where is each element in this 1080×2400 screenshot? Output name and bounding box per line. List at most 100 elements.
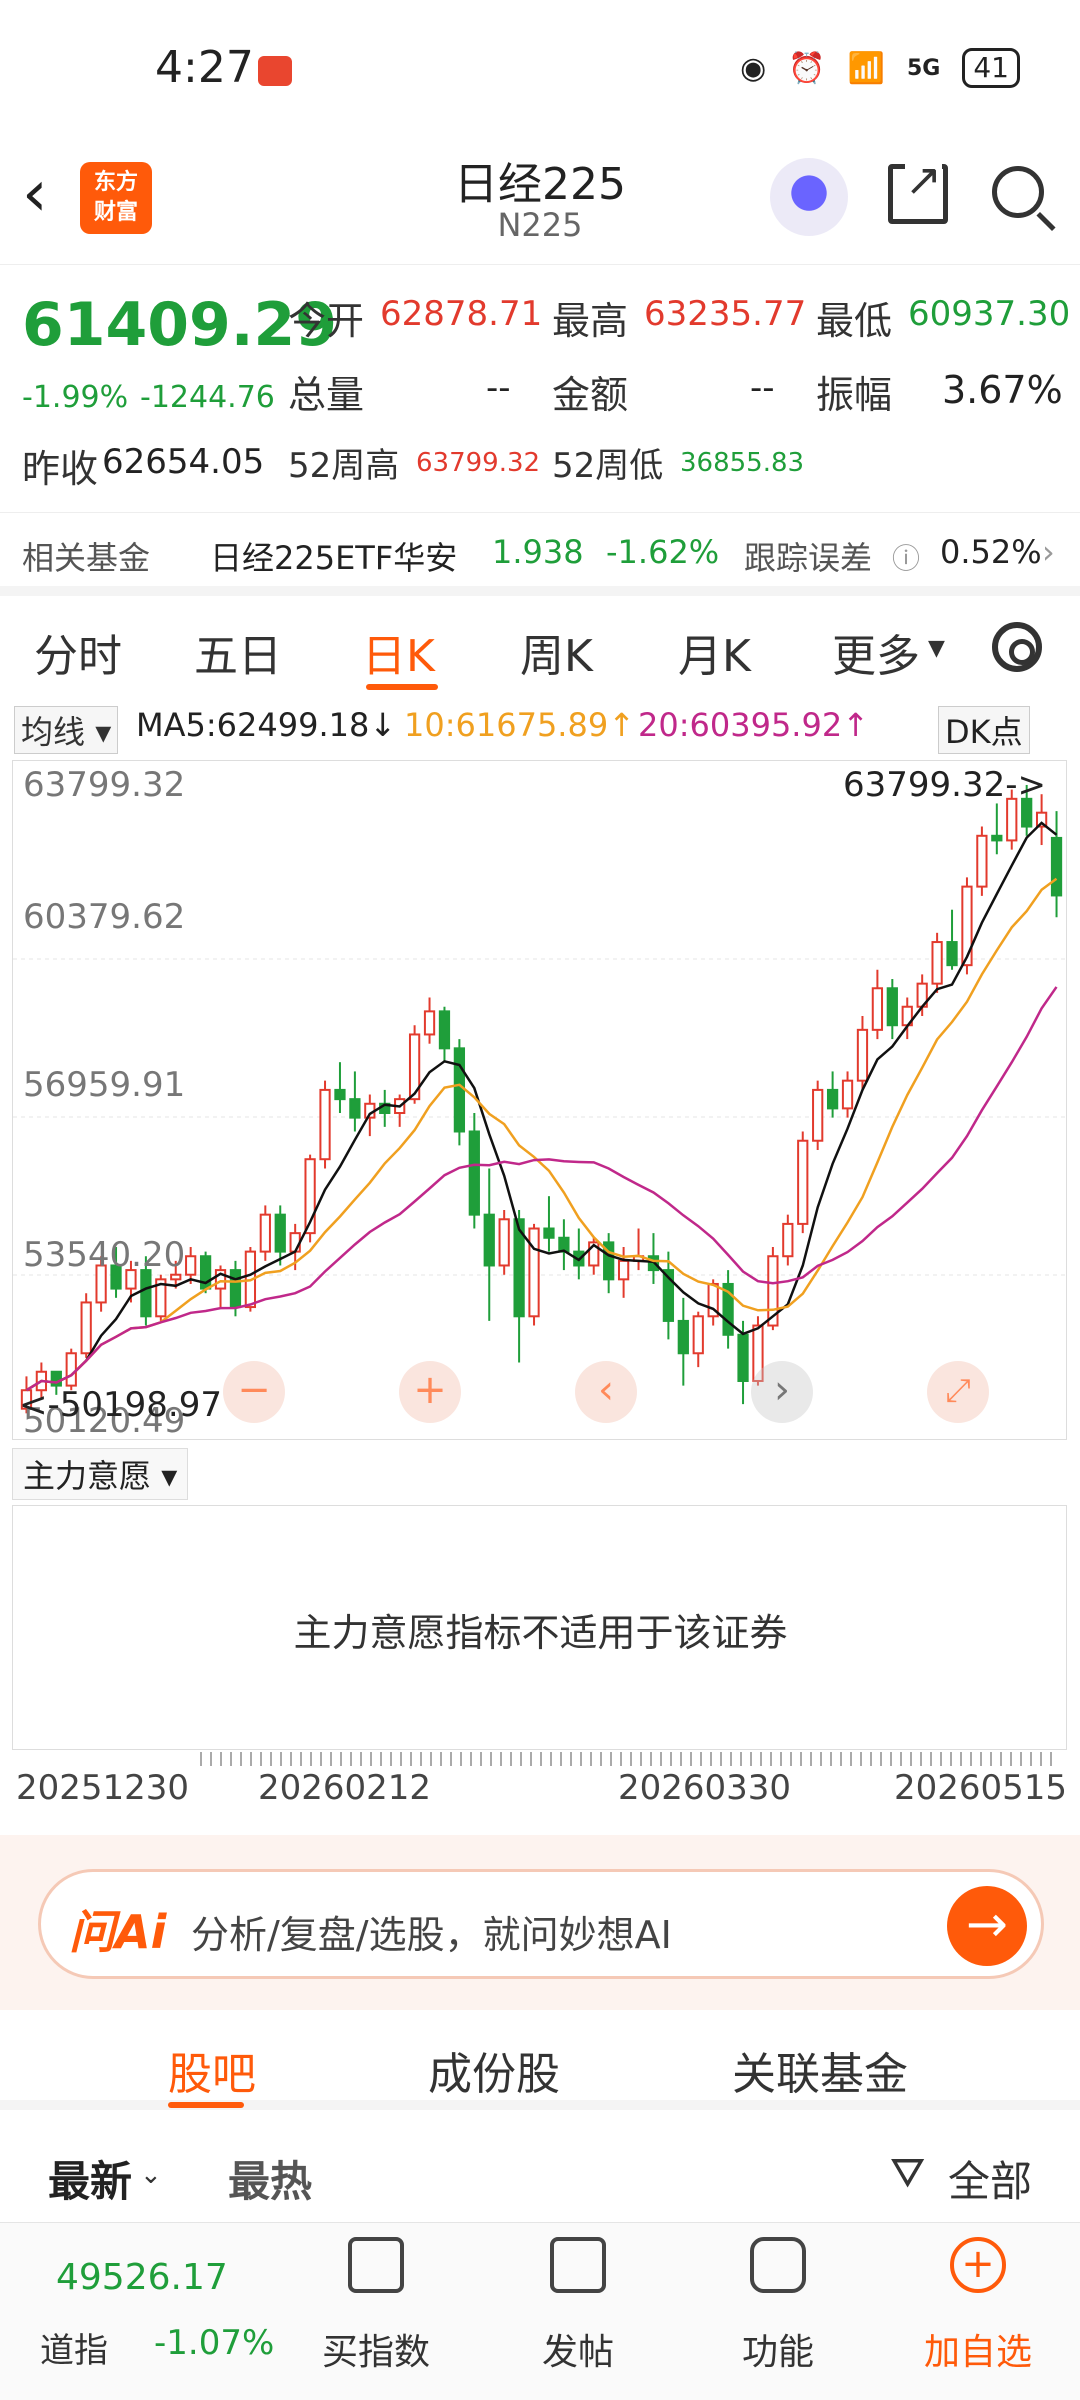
tracking-error-label: 跟踪误差 bbox=[744, 539, 873, 577]
functions-icon[interactable] bbox=[750, 2237, 806, 2293]
low-label: 最低 bbox=[816, 299, 893, 343]
dow-name: 道指 bbox=[40, 2331, 108, 2371]
content-tabs: 股吧 成份股 关联基金 bbox=[0, 2010, 1080, 2110]
candle-up bbox=[170, 1273, 182, 1281]
amount-value: -- bbox=[750, 368, 775, 408]
tab-month-k[interactable]: 月K bbox=[678, 620, 751, 684]
prev-close-value: 62654.05 bbox=[102, 442, 265, 482]
y-label-top: 63799.32 bbox=[23, 765, 186, 805]
dk-point-button[interactable]: DK点 bbox=[938, 706, 1030, 754]
fullscreen-icon[interactable]: ⤢ bbox=[927, 1361, 989, 1423]
change-value: -1244.76 bbox=[140, 380, 275, 415]
tab-more[interactable]: 更多 bbox=[832, 620, 920, 684]
search-icon[interactable] bbox=[992, 166, 1044, 218]
candle-up bbox=[423, 1010, 436, 1036]
candle-up bbox=[1006, 797, 1018, 842]
candle-down bbox=[946, 941, 958, 967]
tab-day-k[interactable]: 日K bbox=[362, 620, 435, 684]
candle-up bbox=[185, 1255, 197, 1276]
indicator-selector[interactable]: 主力意愿 ▾ bbox=[12, 1448, 189, 1500]
ma-row: 均线 ▾ MA5:62499.18↓ 10:61675.89↑ 20:60395… bbox=[0, 702, 1080, 756]
header: ‹ 东方 财富 日经225 N225 bbox=[0, 140, 1080, 265]
candle-up bbox=[80, 1301, 92, 1355]
candle-up bbox=[528, 1227, 540, 1318]
candle-up bbox=[259, 1213, 271, 1253]
ai-logo: 问Ai bbox=[69, 1905, 167, 1959]
network-label: 5G bbox=[906, 55, 941, 81]
zoom-in-button[interactable]: + bbox=[399, 1361, 461, 1423]
candle-up bbox=[319, 1088, 331, 1161]
candle-down bbox=[677, 1319, 689, 1355]
tab-forum[interactable]: 股吧 bbox=[168, 2038, 256, 2102]
zoom-out-button[interactable]: − bbox=[223, 1361, 285, 1423]
post-icon[interactable] bbox=[550, 2237, 606, 2293]
tab-five-day[interactable]: 五日 bbox=[194, 620, 282, 684]
candle-down bbox=[438, 1010, 451, 1050]
buy-index-icon[interactable] bbox=[348, 2237, 404, 2293]
tab-related-funds[interactable]: 关联基金 bbox=[732, 2038, 908, 2102]
high52-label: 52周高 bbox=[288, 446, 400, 486]
time-axis-ticks bbox=[200, 1752, 1060, 1766]
candle-down bbox=[274, 1213, 286, 1253]
change-percent: -1.99% bbox=[22, 380, 129, 415]
settings-icon[interactable] bbox=[992, 622, 1042, 672]
call-icon bbox=[258, 56, 292, 86]
battery-icon: 41 bbox=[962, 48, 1020, 88]
candle-down bbox=[453, 1047, 466, 1133]
volume-label: 总量 bbox=[288, 373, 365, 417]
candle-down bbox=[826, 1088, 839, 1110]
ai-robot-icon[interactable] bbox=[770, 158, 848, 236]
candle-up bbox=[65, 1352, 77, 1387]
share-icon[interactable] bbox=[888, 155, 948, 224]
dow-change: -1.07% bbox=[154, 2323, 275, 2363]
candle-up bbox=[841, 1079, 854, 1110]
sort-row: 最新 ⌄ 最热 ⛛ 全部 bbox=[0, 2140, 1080, 2220]
nav-functions[interactable]: 功能 bbox=[698, 2323, 858, 2375]
candle-down bbox=[334, 1088, 346, 1101]
ma-selector-label: 均线 bbox=[21, 713, 86, 751]
add-watchlist-icon[interactable]: + bbox=[950, 2237, 1006, 2293]
scroll-left-button[interactable]: ‹ bbox=[575, 1361, 637, 1423]
sort-latest[interactable]: 最新 bbox=[48, 2148, 132, 2209]
prev-close-label: 昨收 bbox=[22, 447, 99, 491]
status-bar: 4:27 ◉ ⏰ 📶 5G 41 bbox=[0, 0, 1080, 140]
ai-input[interactable]: 问Ai 分析/复盘/选股，就问妙想AI → bbox=[38, 1869, 1044, 1979]
candle-down bbox=[468, 1130, 480, 1216]
ma20-line bbox=[25, 986, 1058, 1392]
ai-placeholder: 分析/复盘/选股，就问妙想AI bbox=[191, 1913, 672, 1957]
ma-selector[interactable]: 均线 ▾ bbox=[14, 706, 119, 754]
ai-band: 问Ai 分析/复盘/选股，就问妙想AI → bbox=[0, 1835, 1080, 2010]
dow-value[interactable]: 49526.17 bbox=[56, 2257, 228, 2298]
tab-constituents[interactable]: 成份股 bbox=[428, 2038, 560, 2102]
tab-minute[interactable]: 分时 bbox=[34, 620, 122, 684]
help-icon[interactable]: ⓘ bbox=[892, 537, 920, 577]
related-fund-row[interactable]: 相关基金 日经225ETF华安 1.938 -1.62% 跟踪误差 ⓘ 0.52… bbox=[0, 512, 1080, 596]
candle-up bbox=[782, 1222, 794, 1258]
candle-up bbox=[856, 1028, 869, 1082]
tab-week-k[interactable]: 周K bbox=[520, 620, 593, 684]
nav-add-watchlist[interactable]: 加自选 bbox=[898, 2323, 1058, 2375]
filter-icon[interactable]: ⛛ bbox=[890, 2148, 925, 2198]
indicator-message: 主力意愿指标不适用于该证券 bbox=[293, 1611, 788, 1655]
candle-up bbox=[797, 1139, 809, 1225]
related-fund-label: 相关基金 bbox=[22, 539, 151, 577]
filter-all[interactable]: 全部 bbox=[948, 2148, 1032, 2209]
candle-down bbox=[991, 834, 1003, 842]
candle-up bbox=[289, 1232, 301, 1253]
nav-post[interactable]: 发帖 bbox=[498, 2323, 658, 2375]
period-tabs: 分时 五日 日K 周K 月K 更多 ▼ bbox=[0, 600, 1080, 700]
arrow-right-icon[interactable]: → bbox=[947, 1886, 1027, 1966]
candle-down bbox=[229, 1269, 242, 1309]
candle-down bbox=[543, 1227, 555, 1239]
candle-down bbox=[140, 1269, 152, 1318]
y-label-4: 53540.20 bbox=[23, 1235, 186, 1275]
candle-up bbox=[692, 1315, 704, 1355]
sort-hot[interactable]: 最热 bbox=[228, 2148, 312, 2209]
amplitude-value: 3.67% bbox=[942, 368, 1063, 412]
x-label-4: 20260515 bbox=[894, 1768, 1068, 1808]
kline-chart[interactable]: 63799.32 60379.62 56959.91 53540.20 5012… bbox=[12, 760, 1067, 1440]
tracking-error-value: 0.52% bbox=[940, 533, 1042, 571]
ma20-value: 20:60395.92↑ bbox=[638, 706, 869, 744]
nav-buy-index[interactable]: 买指数 bbox=[296, 2323, 456, 2375]
scroll-right-button[interactable]: › bbox=[751, 1361, 813, 1423]
